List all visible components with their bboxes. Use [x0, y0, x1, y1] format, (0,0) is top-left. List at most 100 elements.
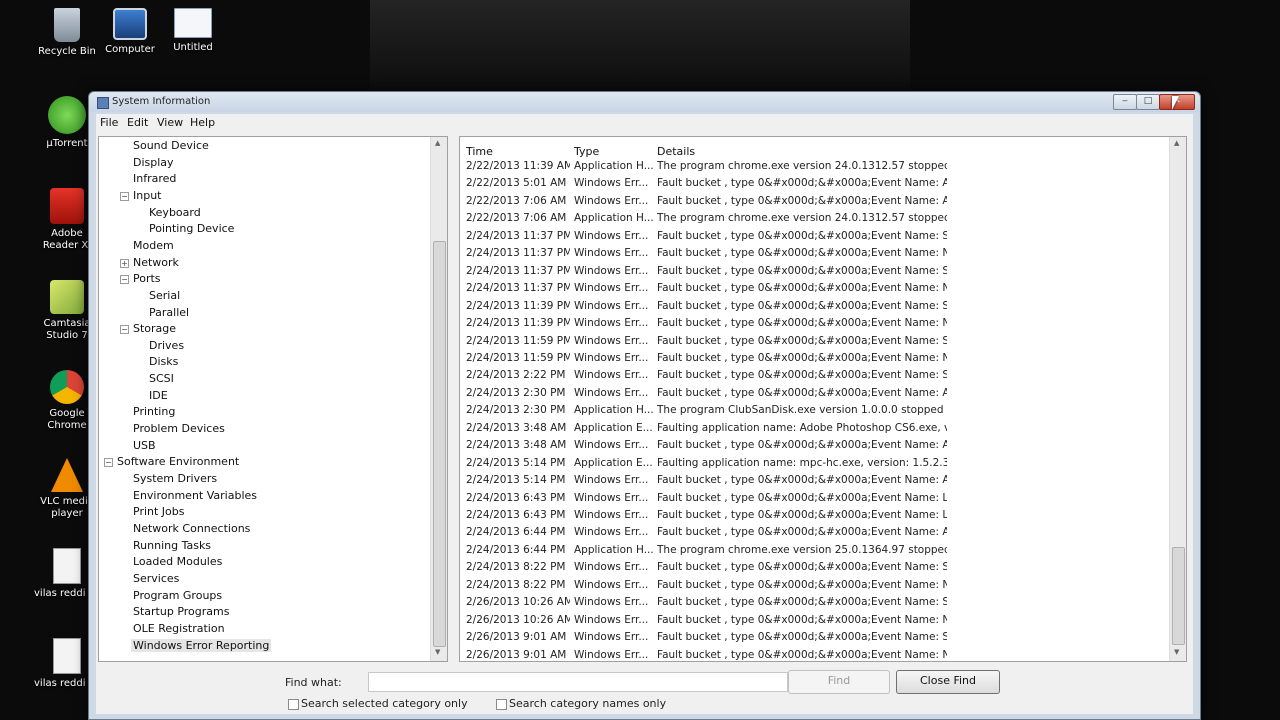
table-row[interactable]: 2/22/2013 5:01 AM Windows Err... Fault buc…	[460, 175, 1160, 192]
table-row[interactable]: 2/26/2013 10:26 AM Windows Err... Fault bu…	[460, 594, 1160, 611]
menu-file[interactable]: File	[100, 116, 118, 129]
tree-item-label[interactable]: SCSI	[149, 372, 174, 385]
error-report-list[interactable]: Time Type Details 2/22/2013 11:39 AM Appl…	[459, 136, 1187, 662]
tree-item-label[interactable]: Environment Variables	[133, 489, 257, 502]
tree-item-label[interactable]: Pointing Device	[149, 222, 234, 235]
scroll-down-arrow-icon[interactable]: ▼	[1174, 648, 1179, 656]
cell-type: Windows Err...	[574, 334, 649, 347]
expand-plus-icon[interactable]: +	[120, 258, 129, 268]
title-bar[interactable]: System Information ‒ □ ✕	[89, 92, 1200, 112]
tree-item-label[interactable]: Services	[133, 572, 179, 585]
collapse-minus-icon[interactable]: −	[120, 191, 129, 201]
table-row[interactable]: 2/24/2013 11:37 PM Windows Err... Fault bu…	[460, 245, 1160, 262]
minimize-button[interactable]: ‒	[1113, 94, 1137, 110]
tree-item-label[interactable]: OLE Registration	[133, 622, 225, 635]
tree-item-label[interactable]: Storage	[133, 322, 176, 335]
collapse-minus-icon[interactable]: −	[120, 325, 129, 335]
column-header-type[interactable]: Type	[574, 145, 599, 158]
desktop-icon-computer[interactable]: Computer	[97, 8, 163, 56]
table-row[interactable]: 2/22/2013 7:06 AM Application H... The pro…	[460, 210, 1160, 227]
tree-item-label[interactable]: System Drivers	[133, 472, 217, 485]
tree-scrollbar[interactable]: ▲ ▼	[430, 137, 447, 661]
tree-item-label[interactable]: IDE	[149, 389, 168, 402]
table-row[interactable]: 2/24/2013 11:37 PM Windows Err... Fault bu…	[460, 263, 1160, 280]
find-button[interactable]: Find	[788, 670, 890, 694]
tree-item-label[interactable]: Parallel	[149, 306, 189, 319]
tree-item-label[interactable]: Drives	[149, 339, 184, 352]
find-what-input[interactable]	[368, 672, 788, 692]
cell-type: Windows Err...	[574, 351, 649, 364]
tree-item-label[interactable]: Keyboard	[149, 206, 201, 219]
table-row[interactable]: 2/22/2013 7:06 AM Windows Err... Fault buc…	[460, 193, 1160, 210]
table-row[interactable]: 2/24/2013 3:48 AM Application E... Faultin…	[460, 420, 1160, 437]
table-row[interactable]: 2/26/2013 10:26 AM Windows Err... Fault bu…	[460, 612, 1160, 629]
tree-item-label[interactable]: Network Connections	[133, 522, 250, 535]
table-row[interactable]: 2/24/2013 8:22 PM Windows Err... Fault buc…	[460, 559, 1160, 576]
collapse-minus-icon[interactable]: −	[120, 275, 129, 285]
system-information-icon	[97, 97, 109, 109]
menu-edit[interactable]: Edit	[127, 116, 148, 129]
close-find-button[interactable]: Close Find	[896, 670, 1000, 694]
scroll-down-arrow-icon[interactable]: ▼	[435, 648, 440, 656]
table-row[interactable]: 2/24/2013 6:43 PM Windows Err... Fault buc…	[460, 507, 1160, 524]
tree-item-label[interactable]: Network	[133, 256, 179, 269]
scroll-up-arrow-icon[interactable]: ▲	[435, 139, 440, 147]
tree-item-label[interactable]: Running Tasks	[133, 539, 211, 552]
tree-item-label[interactable]: Windows Error Reporting	[131, 638, 272, 652]
tree-item-label[interactable]: Input	[133, 189, 161, 202]
list-scroll-thumb[interactable]	[1172, 547, 1185, 645]
table-row[interactable]: 2/24/2013 11:39 PM Windows Err... Fault bu…	[460, 298, 1160, 315]
list-scrollbar[interactable]: ▲ ▼	[1169, 137, 1186, 661]
cell-type: Windows Err...	[574, 526, 649, 539]
table-row[interactable]: 2/22/2013 11:39 AM Application H... The pr…	[460, 158, 1160, 175]
tree-item-label[interactable]: Modem	[133, 239, 174, 252]
table-row[interactable]: 2/24/2013 11:59 PM Windows Err... Fault bu…	[460, 350, 1160, 367]
table-row[interactable]: 2/24/2013 6:44 PM Application H... The pro…	[460, 542, 1160, 559]
collapse-minus-icon[interactable]: −	[104, 458, 113, 468]
table-row[interactable]: 2/24/2013 6:44 PM Windows Err... Fault buc…	[460, 524, 1160, 541]
tree-item-label[interactable]: Printing	[133, 405, 175, 418]
tree-item-label[interactable]: Program Groups	[133, 589, 222, 602]
desktop-icon-untitled[interactable]: Untitled	[160, 8, 226, 54]
table-row[interactable]: 2/24/2013 5:14 PM Windows Err... Fault buc…	[460, 472, 1160, 489]
tree-item-label[interactable]: Startup Programs	[133, 605, 229, 618]
table-row[interactable]: 2/24/2013 2:30 PM Windows Err... Fault buc…	[460, 385, 1160, 402]
maximize-button[interactable]: □	[1136, 94, 1160, 110]
table-row[interactable]: 2/24/2013 6:43 PM Windows Err... Fault buc…	[460, 490, 1160, 507]
menu-help[interactable]: Help	[190, 116, 215, 129]
tree-item-label[interactable]: USB	[133, 439, 156, 452]
desktop-icon-recycle-bin[interactable]: Recycle Bin	[34, 8, 100, 58]
checkbox-box[interactable]	[288, 699, 299, 710]
scroll-up-arrow-icon[interactable]: ▲	[1174, 139, 1179, 147]
category-tree[interactable]: Sound Device Display Infrared − Input Keyboar…	[98, 136, 448, 662]
tree-item-label[interactable]: Sound Device	[133, 139, 209, 152]
table-row[interactable]: 2/26/2013 9:01 AM Windows Err... Fault buc…	[460, 647, 1160, 661]
tree-item-label[interactable]: Print Jobs	[133, 505, 185, 518]
table-row[interactable]: 2/24/2013 2:30 PM Application H... The pro…	[460, 402, 1160, 419]
tree-item-label[interactable]: Serial	[149, 289, 180, 302]
column-header-details[interactable]: Details	[657, 145, 695, 158]
table-row[interactable]: 2/26/2013 9:01 AM Windows Err... Fault buc…	[460, 629, 1160, 646]
checkbox-box[interactable]	[496, 699, 507, 710]
tree-item-label[interactable]: Infrared	[133, 172, 176, 185]
table-row[interactable]: 2/24/2013 3:48 AM Windows Err... Fault buc…	[460, 437, 1160, 454]
table-row[interactable]: 2/24/2013 11:37 PM Windows Err... Fault bu…	[460, 280, 1160, 297]
table-row[interactable]: 2/24/2013 5:14 PM Application E... Faultin…	[460, 455, 1160, 472]
cell-details: Fault bucket , type 0&#x000d;&#x000a;Eve…	[657, 613, 947, 626]
cell-details: Fault bucket , type 0&#x000d;&#x000a;Eve…	[657, 369, 947, 382]
tree-item-label[interactable]: Ports	[133, 272, 161, 285]
tree-item-label[interactable]: Loaded Modules	[133, 555, 222, 568]
table-row[interactable]: 2/24/2013 11:39 PM Windows Err... Fault bu…	[460, 315, 1160, 332]
tree-scroll-thumb[interactable]	[433, 241, 446, 647]
tree-item-label[interactable]: Display	[133, 156, 174, 169]
tree-item-label[interactable]: Problem Devices	[133, 422, 225, 435]
table-row[interactable]: 2/24/2013 2:22 PM Windows Err... Fault buc…	[460, 367, 1160, 384]
cell-details: Fault bucket , type 0&#x000d;&#x000a;Eve…	[657, 334, 947, 347]
table-row[interactable]: 2/24/2013 11:37 PM Windows Err... Fault bu…	[460, 228, 1160, 245]
menu-view[interactable]: View	[157, 116, 183, 129]
tree-item-label[interactable]: Software Environment	[117, 455, 239, 468]
table-row[interactable]: 2/24/2013 11:59 PM Windows Err... Fault bu…	[460, 333, 1160, 350]
column-header-time[interactable]: Time	[466, 145, 493, 158]
tree-item-label[interactable]: Disks	[149, 355, 178, 368]
table-row[interactable]: 2/24/2013 8:22 PM Windows Err... Fault buc…	[460, 577, 1160, 594]
